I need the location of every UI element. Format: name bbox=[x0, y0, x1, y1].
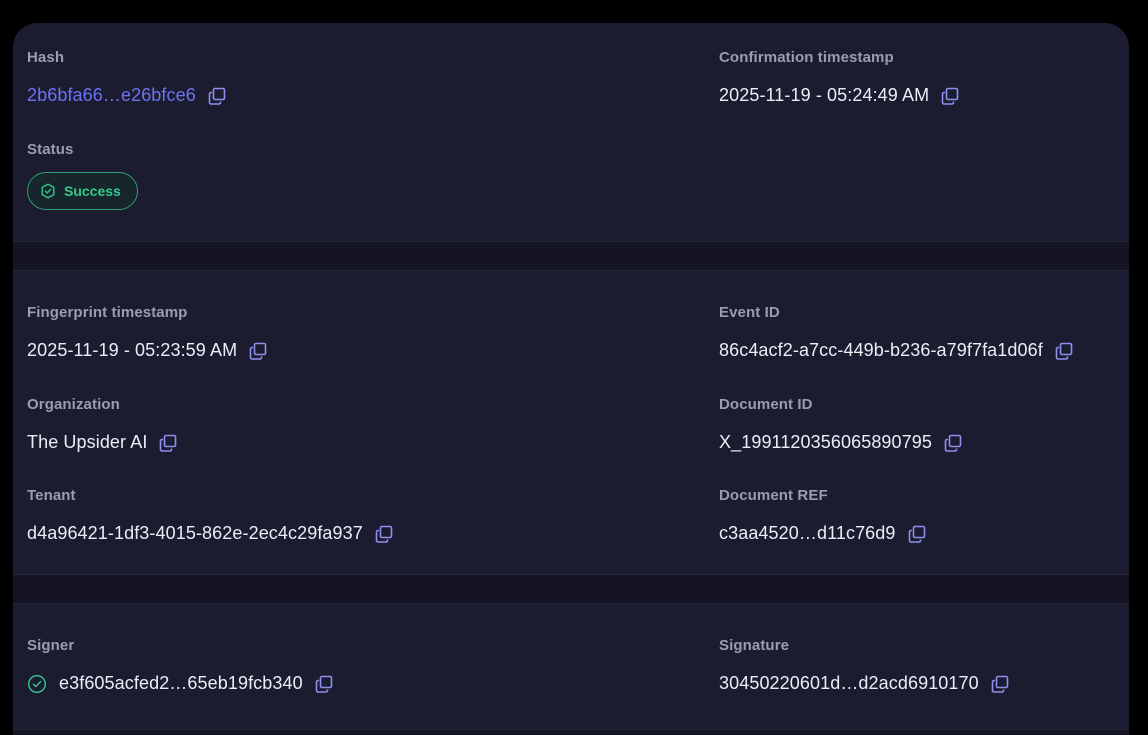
section-divider bbox=[13, 241, 1129, 271]
copy-icon[interactable] bbox=[908, 525, 926, 543]
event-id-label: Event ID bbox=[719, 304, 780, 321]
section-divider bbox=[13, 729, 1129, 735]
organization-value: The Upsider AI bbox=[27, 432, 148, 452]
copy-icon[interactable] bbox=[941, 87, 959, 105]
confirmation-timestamp-value: 2025-11-19 - 05:24:49 AM bbox=[719, 85, 930, 105]
organization-label: Organization bbox=[27, 396, 120, 413]
copy-icon[interactable] bbox=[159, 434, 177, 452]
copy-icon[interactable] bbox=[249, 342, 267, 360]
document-id-label: Document ID bbox=[719, 396, 813, 413]
signer-value: e3f605acfed2…65eb19fcb340 bbox=[59, 673, 303, 693]
signature-section: Signer e3f605acfed2…65eb19fcb340 Signatu… bbox=[13, 604, 1129, 735]
copy-icon[interactable] bbox=[315, 675, 333, 693]
details-section: Fingerprint timestamp 2025-11-19 - 05:23… bbox=[13, 271, 1129, 574]
copy-icon[interactable] bbox=[944, 434, 962, 452]
document-ref-label: Document REF bbox=[719, 487, 828, 504]
copy-icon[interactable] bbox=[1055, 342, 1073, 360]
hash-link[interactable]: 2b6bfa66…e26bfce6 bbox=[27, 85, 196, 106]
document-ref-value: c3aa4520…d11c76d9 bbox=[719, 523, 896, 543]
signer-label: Signer bbox=[27, 637, 75, 654]
check-circle-icon bbox=[27, 674, 47, 694]
section-divider bbox=[13, 574, 1129, 604]
document-id-value: X_1991120356065890795 bbox=[719, 432, 932, 452]
confirmation-timestamp-label: Confirmation timestamp bbox=[719, 49, 894, 66]
status-label: Status bbox=[27, 141, 74, 158]
fingerprint-timestamp-value: 2025-11-19 - 05:23:59 AM bbox=[27, 340, 238, 360]
tenant-value: d4a96421-1df3-4015-862e-2ec4c29fa937 bbox=[27, 523, 363, 543]
status-badge: Success bbox=[27, 172, 138, 210]
fingerprint-timestamp-label: Fingerprint timestamp bbox=[27, 304, 188, 321]
copy-icon[interactable] bbox=[991, 675, 1009, 693]
tenant-label: Tenant bbox=[27, 487, 76, 504]
transaction-details-card: Hash 2b6bfa66…e26bfce6 Confirmation time… bbox=[13, 23, 1129, 735]
event-id-value: 86c4acf2-a7cc-449b-b236-a79f7fa1d06f bbox=[719, 340, 1043, 360]
shield-check-icon bbox=[40, 183, 56, 199]
summary-section: Hash 2b6bfa66…e26bfce6 Confirmation time… bbox=[13, 23, 1129, 241]
signature-label: Signature bbox=[719, 637, 790, 654]
hash-label: Hash bbox=[27, 49, 65, 66]
copy-icon[interactable] bbox=[208, 87, 226, 105]
signature-value: 30450220601d…d2acd6910170 bbox=[719, 673, 979, 693]
status-badge-text: Success bbox=[64, 183, 121, 199]
copy-icon[interactable] bbox=[375, 525, 393, 543]
